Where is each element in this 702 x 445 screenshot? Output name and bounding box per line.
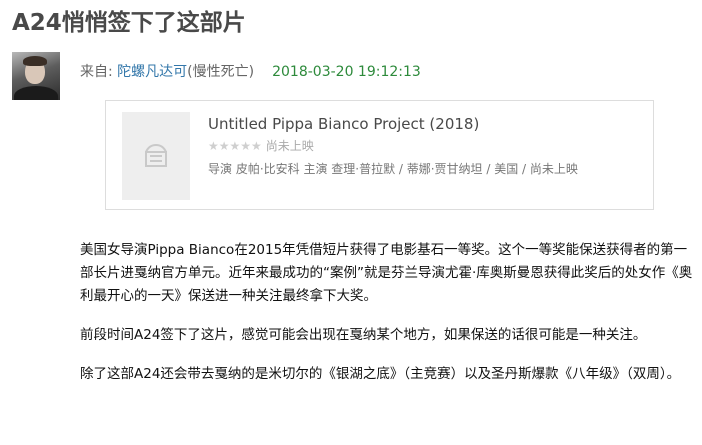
byline: 来自: 陀螺凡达可(慢性死亡) 2018-03-20 19:12:13 (80, 62, 421, 82)
avatar-hair (23, 56, 47, 66)
page-title: A24悄悄签下了这部片 (12, 10, 246, 36)
paragraph: 前段时间A24签下了这片，感觉可能会出现在戛纳某个地方，如果保送的话很可能是一种… (80, 327, 647, 343)
movie-title[interactable]: Untitled Pippa Bianco Project (2018) (208, 113, 479, 135)
byline-from-label: 来自: (80, 64, 118, 80)
paragraph: 美国女导演Pippa Bianco在2015年凭借短片获得了电影基石一等奖。这个… (80, 242, 693, 304)
movie-rating: ★★★★★ 尚未上映 (208, 138, 314, 154)
author-link[interactable]: 陀螺凡达可 (117, 64, 187, 80)
rating-status: 尚未上映 (265, 139, 314, 153)
movie-card[interactable]: Untitled Pippa Bianco Project (2018) ★★★… (105, 100, 654, 210)
rating-stars: ★★★★★ (208, 139, 262, 153)
article-body: 美国女导演Pippa Bianco在2015年凭借短片获得了电影基石一等奖。这个… (80, 239, 695, 402)
avatar-shoulders (14, 86, 58, 100)
author-note: (慢性死亡) (187, 64, 255, 80)
post-timestamp: 2018-03-20 19:12:13 (272, 64, 421, 80)
paragraph: 除了这部A24还会带去戛纳的是米切尔的《银湖之底》（主竞赛）以及圣丹斯爆款《八年… (80, 366, 681, 382)
avatar[interactable] (12, 52, 60, 100)
ticket-icon (145, 143, 167, 167)
movie-poster-placeholder[interactable] (122, 112, 190, 200)
movie-meta: 导演 皮帕·比安科 主演 查理·普拉默 / 蒂娜·贾甘纳坦 / 美国 / 尚未上… (208, 162, 578, 176)
